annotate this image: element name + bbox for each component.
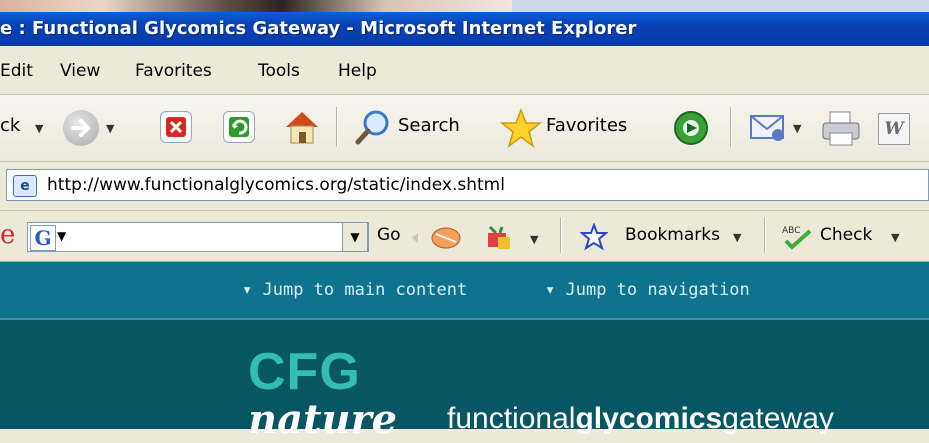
window-titlebar[interactable]: e : Functional Glycomics Gateway - Micro…: [0, 12, 929, 46]
jump-to-main-link[interactable]: ▾ Jump to main content: [242, 280, 467, 300]
jump-nav-text: Jump to navigation: [565, 280, 750, 300]
back-dropdown-icon[interactable]: ▼: [35, 122, 43, 135]
menu-help[interactable]: Help: [338, 61, 377, 81]
search-button[interactable]: [353, 107, 393, 147]
print-icon: [822, 111, 860, 146]
toolbar-separator-2: [730, 107, 732, 147]
address-url: http://www.functionalglycomics.org/stati…: [47, 175, 505, 195]
bookmark-star-icon: [579, 222, 609, 251]
jump-main-text: Jump to main content: [262, 280, 468, 300]
forward-button[interactable]: [63, 110, 99, 146]
google-search-input[interactable]: G ▼: [27, 222, 369, 252]
page-rank-icon: [412, 227, 461, 249]
search-history-dropdown[interactable]: ▼: [342, 222, 368, 252]
google-separator: [560, 217, 562, 253]
word-icon: W: [884, 119, 904, 139]
bookmarks-star[interactable]: [579, 222, 609, 251]
media-button[interactable]: [672, 109, 710, 147]
standard-toolbar: ck ▼ ▼ Search Favorites ▼ W: [0, 95, 929, 162]
skip-navigation-bar: ▾ Jump to main content ▾ Jump to navigat…: [0, 262, 929, 318]
home-icon: [286, 112, 318, 144]
svg-text:ABC: ABC: [782, 226, 800, 236]
stop-icon: [166, 117, 186, 137]
jump-to-navigation-link[interactable]: ▾ Jump to navigation: [545, 280, 750, 300]
mail-icon: [750, 115, 784, 141]
google-g-icon: G: [30, 225, 56, 251]
google-separator-2: [764, 217, 766, 253]
print-button[interactable]: [820, 109, 862, 147]
tagline-part-2: glycomics: [575, 402, 723, 435]
cfg-logo[interactable]: CFG: [248, 342, 361, 402]
address-bar: e http://www.functionalglycomics.org/sta…: [0, 162, 929, 211]
menu-favorites[interactable]: Favorites: [135, 61, 212, 81]
highlighter-button[interactable]: [482, 223, 516, 253]
bookmarks-label[interactable]: Bookmarks: [625, 225, 720, 245]
spellcheck-icon: ABC: [782, 226, 812, 250]
menu-view[interactable]: View: [60, 61, 100, 81]
menu-bar: Edit View Favorites Tools Help: [0, 48, 929, 95]
home-button[interactable]: [282, 107, 322, 147]
bookmarks-dropdown-icon[interactable]: ▼: [733, 231, 741, 244]
search-engine-dropdown-icon[interactable]: ▼: [57, 229, 66, 243]
google-logo-fragment: e: [0, 220, 16, 250]
desktop-photo-strip: [0, 0, 512, 12]
refresh-icon: [229, 117, 249, 137]
tagline-part-3: gateway: [722, 402, 834, 435]
edit-word-button[interactable]: W: [878, 113, 910, 145]
favorites-button[interactable]: [499, 107, 543, 149]
check-dropdown-icon[interactable]: ▼: [891, 231, 899, 244]
page-rank-indicator[interactable]: [410, 225, 470, 251]
menu-edit[interactable]: Edit: [0, 61, 33, 81]
search-label[interactable]: Search: [398, 115, 460, 136]
address-input[interactable]: e http://www.functionalglycomics.org/sta…: [6, 169, 929, 201]
media-icon: [674, 111, 708, 145]
stop-button[interactable]: [160, 111, 192, 143]
forward-dropdown-icon[interactable]: ▼: [106, 122, 114, 135]
refresh-button[interactable]: [223, 111, 255, 143]
google-go-button[interactable]: Go: [377, 225, 401, 245]
site-tagline: functionalglycomicsgateway: [447, 402, 834, 436]
page-icon: e: [13, 175, 37, 197]
site-header: CFG nature functionalglycomicsgateway: [0, 318, 929, 443]
nature-logo[interactable]: nature: [248, 396, 397, 443]
search-icon: [355, 110, 389, 145]
favorites-label[interactable]: Favorites: [546, 115, 627, 136]
window-title: e : Functional Glycomics Gateway - Micro…: [0, 18, 637, 39]
desktop-background-strip: [512, 0, 929, 12]
star-icon: [499, 107, 543, 148]
back-button-label[interactable]: ck: [0, 115, 20, 136]
mail-button[interactable]: [748, 109, 788, 145]
forward-arrow-icon: [71, 119, 90, 137]
tagline-part-1: functional: [447, 402, 576, 435]
menu-tools[interactable]: Tools: [258, 61, 300, 81]
google-toolbar: e G ▼ ▼ Go ▼ Bookmarks ▼ ABC Check ▼: [0, 211, 929, 262]
highlighter-dropdown-icon[interactable]: ▼: [530, 233, 538, 246]
check-label[interactable]: Check: [820, 225, 872, 245]
highlighter-icon: [488, 225, 510, 249]
mail-dropdown-icon[interactable]: ▼: [793, 122, 801, 135]
spellcheck-button[interactable]: ABC: [780, 223, 816, 251]
toolbar-separator: [336, 107, 338, 147]
